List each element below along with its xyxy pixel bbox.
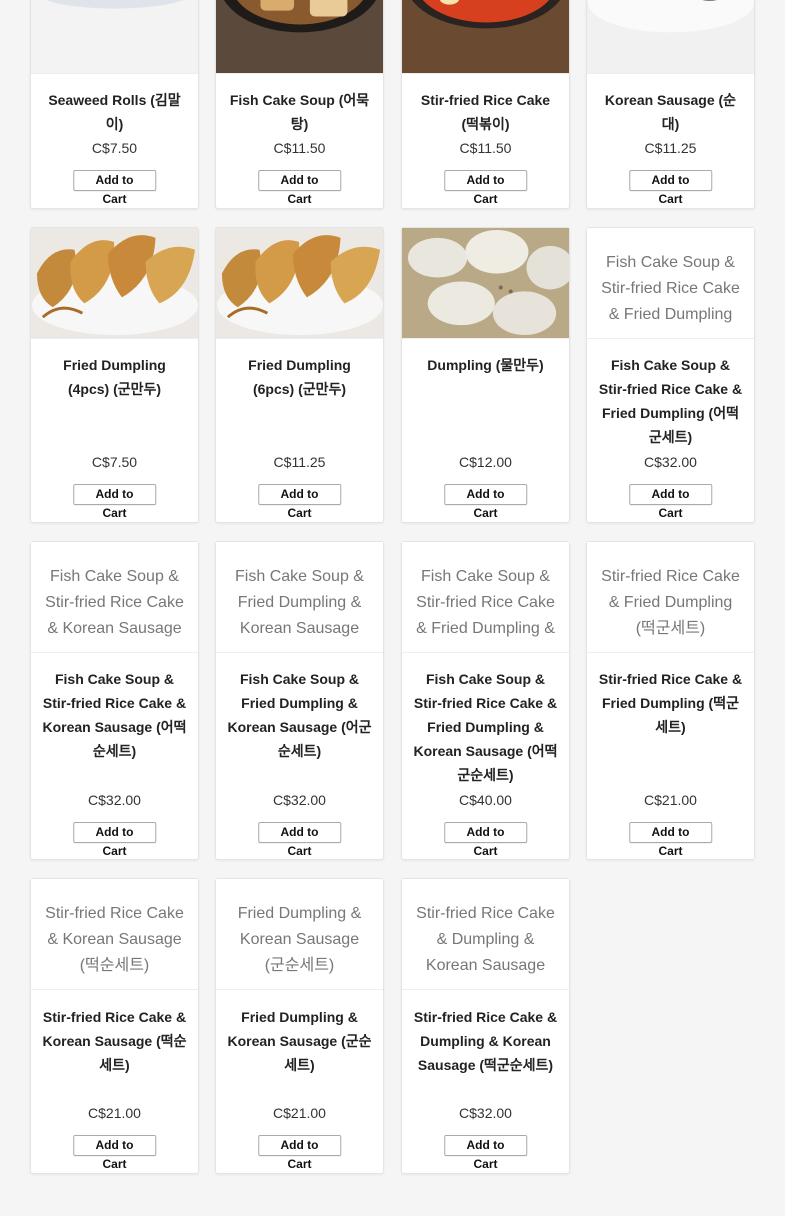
product-price: C$32.00: [273, 792, 326, 808]
product-card[interactable]: Stir-fried Rice Cake & Korean Sausage (떡…: [30, 878, 199, 1174]
food-photo: [31, 228, 198, 338]
image-alt-text: Fish Cake Soup & Stir-fried Rice Cake & …: [45, 568, 184, 637]
product-name[interactable]: Dumpling (물만두): [412, 353, 559, 377]
product-card[interactable]: Stir-fried Rice Cake & Fried Dumpling (떡…: [586, 541, 755, 860]
product-name[interactable]: Fried Dumpling (4pcs) (군만두): [41, 353, 188, 401]
product-image[interactable]: Fish Cake Soup & Stir-fried Rice Cake & …: [31, 542, 198, 653]
product-image[interactable]: [587, 0, 754, 74]
product-image[interactable]: Stir-fried Rice Cake & Fried Dumpling (떡…: [587, 542, 754, 653]
add-to-cart-button[interactable]: Add to Cart: [257, 1135, 342, 1171]
product-price: C$40.00: [459, 792, 512, 808]
product-price: C$21.00: [273, 1105, 326, 1121]
product-name[interactable]: Fried Dumpling & Korean Sausage (군순세트): [226, 1005, 373, 1077]
product-image[interactable]: Fried Dumpling & Korean Sausage (군순세트): [216, 879, 383, 990]
product-name[interactable]: Stir-fried Rice Cake & Fried Dumpling (떡…: [597, 667, 744, 739]
product-image[interactable]: [402, 228, 569, 339]
product-price: C$21.00: [88, 1105, 141, 1121]
product-image[interactable]: Fish Cake Soup & Fried Dumpling & Korean…: [216, 542, 383, 653]
product-card[interactable]: Fried Dumpling & Korean Sausage (군순세트) Fr…: [215, 878, 384, 1174]
product-card[interactable]: Korean Sausage (순대) C$11.25 Add to Cart: [586, 0, 755, 209]
product-card[interactable]: Stir-fried Rice Cake & Dumpling & Korean…: [401, 878, 570, 1174]
product-name[interactable]: Korean Sausage (순대): [597, 88, 744, 136]
product-card[interactable]: Stir-fried Rice Cake (떡볶이) C$11.50 Add to …: [401, 0, 570, 209]
product-card[interactable]: Fish Cake Soup (어묵탕) C$11.50 Add to Cart: [215, 0, 384, 209]
product-image[interactable]: Fish Cake Soup & Stir-fried Rice Cake & …: [402, 542, 569, 653]
add-to-cart-button[interactable]: Add to Cart: [72, 822, 157, 858]
product-price: C$21.00: [644, 792, 697, 808]
product-card[interactable]: Fish Cake Soup & Stir-fried Rice Cake & …: [30, 541, 199, 860]
add-to-cart-button[interactable]: Add to Cart: [72, 484, 157, 520]
add-to-cart-button[interactable]: Add to Cart: [72, 1135, 157, 1171]
product-image[interactable]: [31, 0, 198, 74]
product-image[interactable]: [216, 0, 383, 74]
food-photo: [31, 0, 198, 73]
product-price: C$11.25: [644, 140, 697, 156]
product-card[interactable]: Dumpling (물만두) C$12.00 Add to Cart: [401, 227, 570, 523]
food-photo: [216, 0, 383, 73]
product-card[interactable]: Fried Dumpling (4pcs) (군만두) C$7.50 Add to …: [30, 227, 199, 523]
add-to-cart-button[interactable]: Add to Cart: [257, 170, 342, 206]
add-to-cart-button[interactable]: Add to Cart: [257, 484, 342, 520]
product-price: C$32.00: [459, 1105, 512, 1121]
product-price: C$11.50: [459, 140, 512, 156]
image-alt-text: Fried Dumpling & Korean Sausage (군순세트): [237, 905, 362, 974]
product-card[interactable]: Fish Cake Soup & Fried Dumpling & Korean…: [215, 541, 384, 860]
product-name[interactable]: Seaweed Rolls (김말이): [41, 88, 188, 136]
product-image[interactable]: [402, 0, 569, 74]
product-price: C$7.50: [91, 454, 138, 470]
add-to-cart-button[interactable]: Add to Cart: [628, 170, 713, 206]
food-photo: [216, 228, 383, 338]
product-image[interactable]: [216, 228, 383, 339]
product-price: C$12.00: [459, 454, 512, 470]
product-card[interactable]: Seaweed Rolls (김말이) C$7.50 Add to Cart: [30, 0, 199, 209]
image-alt-text: Fish Cake Soup & Fried Dumpling & Korean…: [235, 568, 364, 637]
food-photo: [402, 0, 569, 73]
product-card[interactable]: Fish Cake Soup & Stir-fried Rice Cake & …: [586, 227, 755, 523]
product-image[interactable]: Stir-fried Rice Cake & Dumpling & Korean…: [402, 879, 569, 990]
image-alt-text: Fish Cake Soup & Stir-fried Rice Cake & …: [416, 568, 555, 637]
product-card[interactable]: Fish Cake Soup & Stir-fried Rice Cake & …: [401, 541, 570, 860]
product-name[interactable]: Fish Cake Soup & Stir-fried Rice Cake & …: [597, 353, 744, 449]
add-to-cart-button[interactable]: Add to Cart: [628, 484, 713, 520]
product-name[interactable]: Fish Cake Soup (어묵탕): [226, 88, 373, 136]
product-price: C$7.50: [91, 140, 138, 156]
product-image[interactable]: Fish Cake Soup & Stir-fried Rice Cake & …: [587, 228, 754, 339]
image-alt-text: Stir-fried Rice Cake & Korean Sausage (떡…: [45, 905, 184, 974]
product-name[interactable]: Stir-fried Rice Cake & Dumpling & Korean…: [412, 1005, 559, 1077]
product-name[interactable]: Fish Cake Soup & Stir-fried Rice Cake & …: [412, 667, 559, 787]
product-price: C$11.25: [273, 454, 326, 470]
product-card[interactable]: Fried Dumpling (6pcs) (군만두) C$11.25 Add to…: [215, 227, 384, 523]
image-alt-text: Stir-fried Rice Cake & Dumpling & Korean…: [416, 905, 555, 974]
product-image[interactable]: [31, 228, 198, 339]
product-name[interactable]: Fried Dumpling (6pcs) (군만두): [226, 353, 373, 401]
product-name[interactable]: Stir-fried Rice Cake (떡볶이): [412, 88, 559, 136]
product-name[interactable]: Fish Cake Soup & Fried Dumpling & Korean…: [226, 667, 373, 763]
add-to-cart-button[interactable]: Add to Cart: [443, 484, 528, 520]
food-photo: [402, 228, 569, 338]
add-to-cart-button[interactable]: Add to Cart: [72, 170, 157, 206]
product-price: C$32.00: [644, 454, 697, 470]
product-image[interactable]: Stir-fried Rice Cake & Korean Sausage (떡…: [31, 879, 198, 990]
add-to-cart-button[interactable]: Add to Cart: [628, 822, 713, 858]
product-name[interactable]: Fish Cake Soup & Stir-fried Rice Cake & …: [41, 667, 188, 763]
add-to-cart-button[interactable]: Add to Cart: [443, 1135, 528, 1171]
product-price: C$11.50: [273, 140, 326, 156]
add-to-cart-button[interactable]: Add to Cart: [257, 822, 342, 858]
product-name[interactable]: Stir-fried Rice Cake & Korean Sausage (떡…: [41, 1005, 188, 1077]
add-to-cart-button[interactable]: Add to Cart: [443, 822, 528, 858]
image-alt-text: Stir-fried Rice Cake & Fried Dumpling (떡…: [601, 568, 740, 637]
product-price: C$32.00: [88, 792, 141, 808]
image-alt-text: Fish Cake Soup & Stir-fried Rice Cake & …: [601, 254, 740, 323]
add-to-cart-button[interactable]: Add to Cart: [443, 170, 528, 206]
food-photo: [587, 0, 754, 73]
